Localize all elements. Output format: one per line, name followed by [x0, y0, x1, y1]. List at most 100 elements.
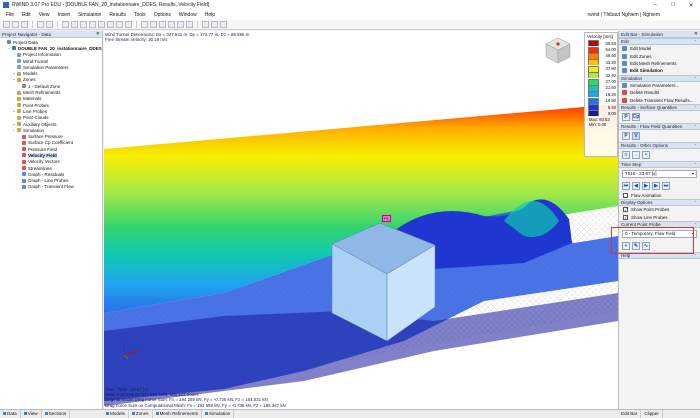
- clipper-icon[interactable]: [177, 21, 184, 28]
- tab-mesh-refinements[interactable]: Mesh Refinements: [153, 409, 202, 418]
- surface-cp-button[interactable]: Cp: [632, 112, 640, 121]
- section-edit[interactable]: Edit ⌃: [619, 38, 700, 45]
- tree-item-icon: [22, 147, 26, 152]
- collapse-icon[interactable]: −: [7, 46, 11, 51]
- view-x-icon[interactable]: [107, 21, 114, 28]
- tree-item-icon: [22, 153, 26, 158]
- time-step-select[interactable]: T015 - 23.67 [s] ▾: [622, 169, 697, 178]
- new-icon[interactable]: [3, 21, 10, 28]
- menu-options[interactable]: Options: [150, 12, 175, 18]
- close-icon[interactable]: ✕: [694, 31, 698, 37]
- delete-transient-item[interactable]: Delete Transient Flow Results...: [619, 96, 700, 103]
- point-probe-marker[interactable]: P1: [382, 215, 391, 222]
- select-icon[interactable]: [62, 21, 69, 28]
- menu-edit[interactable]: Edit: [18, 12, 35, 18]
- edit-zones-item[interactable]: Edit Zones: [619, 52, 700, 59]
- section-surface-quantities[interactable]: Results - Surface Quantities ⌃: [619, 103, 700, 111]
- simulation-icon: [622, 68, 627, 74]
- section-simulation[interactable]: Simulation ⌃: [619, 74, 700, 82]
- section-flow-label: Results - Flow Field Quantities: [621, 123, 683, 129]
- expand-icon[interactable]: +: [12, 71, 16, 76]
- view-cube-icon[interactable]: [544, 36, 572, 64]
- legend-icon[interactable]: [186, 21, 193, 28]
- section-display-options[interactable]: Display Options ⌃: [619, 199, 700, 207]
- menu-window[interactable]: Window: [175, 12, 201, 18]
- settings-icon[interactable]: [220, 21, 227, 28]
- close-button[interactable]: ✕: [682, 0, 700, 10]
- chevron-up-icon: ⌃: [693, 221, 697, 227]
- tab-clipper[interactable]: Clipper: [641, 409, 663, 418]
- menu-simulation[interactable]: Simulation: [74, 12, 105, 18]
- mesh-icon[interactable]: [159, 21, 166, 28]
- simulation-parameters-item[interactable]: Simulation Parameters...: [619, 82, 700, 89]
- pan-icon[interactable]: [89, 21, 96, 28]
- viewport-tabs: Models Zones Mesh Refinements Simulation: [103, 409, 618, 418]
- tab-data-label: Data: [7, 411, 17, 416]
- render-icon[interactable]: [141, 21, 148, 28]
- undo-icon[interactable]: [37, 21, 44, 28]
- menu-results[interactable]: Results: [105, 12, 130, 18]
- print-icon[interactable]: [202, 21, 209, 28]
- delete-results-item[interactable]: Delete Results: [619, 89, 700, 96]
- minimize-button[interactable]: –: [646, 0, 664, 10]
- rotate-icon[interactable]: [80, 21, 87, 28]
- velocity-field-button[interactable]: V: [632, 131, 640, 140]
- show-line-probes-checkbox[interactable]: ✓ Show Line Probes: [619, 214, 700, 221]
- pressure-field-button[interactable]: P: [622, 131, 630, 140]
- tree-item-label: Wind Tunnel: [23, 58, 49, 64]
- tab-sections[interactable]: Sections: [42, 409, 71, 418]
- collapse-icon[interactable]: −: [12, 77, 16, 82]
- probes-button[interactable]: •: [642, 150, 650, 159]
- save-icon[interactable]: [21, 21, 28, 28]
- tree-item[interactable]: Graph - Transient Flow: [0, 184, 102, 190]
- zoom-icon[interactable]: [71, 21, 78, 28]
- close-icon[interactable]: ✕: [96, 31, 100, 37]
- section-other-options[interactable]: Results - Other Options ⌃: [619, 141, 700, 149]
- vectors-button[interactable]: →: [632, 150, 640, 159]
- view-y-icon[interactable]: [116, 21, 123, 28]
- play-button[interactable]: ▶: [642, 181, 650, 190]
- view-z-icon[interactable]: [125, 21, 132, 28]
- last-step-button[interactable]: ⏭: [662, 181, 670, 190]
- edit-mesh-refinements-item[interactable]: Edit Mesh Refinements: [619, 60, 700, 67]
- prev-step-button[interactable]: ◀: [632, 181, 640, 190]
- streamlines-button[interactable]: ≈: [622, 150, 630, 159]
- menu-tools[interactable]: Tools: [130, 12, 150, 18]
- redo-icon[interactable]: [46, 21, 53, 28]
- surface-pressure-button[interactable]: P: [622, 112, 630, 121]
- wireframe-icon[interactable]: [150, 21, 157, 28]
- 3d-viewport[interactable]: Wind Tunnel Dimensions: Dx = 347.541 m, …: [104, 31, 618, 409]
- flow-animation-checkbox[interactable]: Flow Animation: [619, 192, 700, 199]
- edit-model-item[interactable]: Edit Model: [619, 45, 700, 52]
- tree-item-label: Velocity Vectors: [28, 159, 60, 165]
- tab-zones[interactable]: Zones: [129, 409, 153, 418]
- tree-item-label: Graph - Residuals: [28, 171, 65, 177]
- screenshot-icon[interactable]: [211, 21, 218, 28]
- first-step-button[interactable]: ⏮: [622, 181, 630, 190]
- data-icon: [3, 412, 6, 415]
- menu-view[interactable]: View: [35, 12, 54, 18]
- info-drag-original: Original Model Drag Force Sum: Fx = 194 …: [105, 397, 268, 403]
- view-iso-icon[interactable]: [98, 21, 105, 28]
- tab-models[interactable]: Models: [103, 409, 129, 418]
- section-flow-field[interactable]: Results - Flow Field Quantities ⌃: [619, 122, 700, 130]
- probe-icon[interactable]: [168, 21, 175, 28]
- expand-icon[interactable]: +: [12, 109, 16, 114]
- wind-tunnel-info: Wind Tunnel Dimensions: Dx = 347.541 m, …: [105, 32, 249, 42]
- tab-simulation-label: Simulation: [208, 411, 231, 416]
- menu-file[interactable]: File: [2, 12, 18, 18]
- tab-view[interactable]: View: [21, 409, 42, 418]
- tab-simulation[interactable]: Simulation: [202, 409, 235, 418]
- tab-data[interactable]: Data: [0, 409, 21, 418]
- tab-edit-bar[interactable]: Edit Bar: [618, 409, 642, 418]
- open-icon[interactable]: [12, 21, 19, 28]
- maximize-button[interactable]: □: [664, 0, 682, 10]
- show-point-probes-checkbox[interactable]: ✓ Show Point Probes: [619, 206, 700, 213]
- edit-simulation-item[interactable]: Edit Simulation: [619, 67, 700, 74]
- menu-insert[interactable]: Insert: [53, 12, 74, 18]
- expand-icon[interactable]: +: [12, 122, 16, 127]
- menu-help[interactable]: Help: [201, 12, 219, 18]
- collapse-icon[interactable]: −: [12, 128, 16, 133]
- section-time-step[interactable]: Time Step ⌃: [619, 160, 700, 168]
- next-step-button[interactable]: ▶: [652, 181, 660, 190]
